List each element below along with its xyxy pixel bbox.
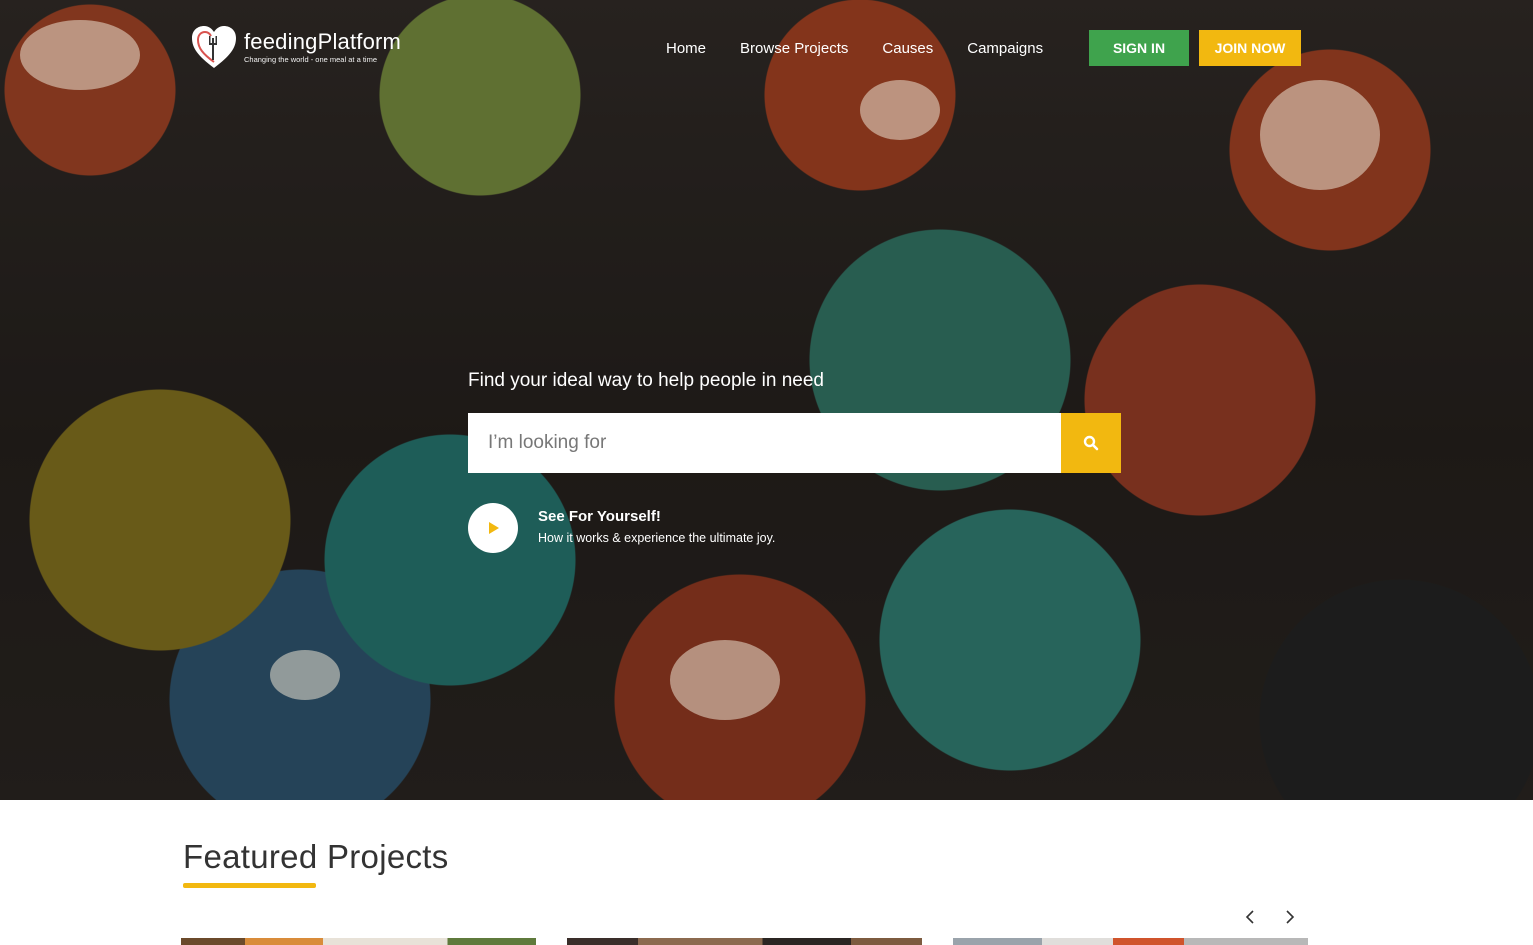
hero-image-detail bbox=[860, 80, 940, 140]
nav-item-campaigns[interactable]: Campaigns bbox=[967, 40, 1043, 57]
search-input[interactable] bbox=[468, 413, 1061, 473]
sign-in-button[interactable]: SIGN IN bbox=[1089, 30, 1189, 66]
video-subtitle: How it works & experience the ultimate j… bbox=[538, 531, 776, 545]
play-video-button[interactable] bbox=[468, 503, 518, 553]
brand-tagline: Changing the world - one meal at a time bbox=[244, 54, 377, 64]
hero-image-detail bbox=[670, 640, 780, 720]
nav-item-home[interactable]: Home bbox=[666, 40, 706, 57]
carousel-prev-button[interactable] bbox=[1239, 906, 1261, 928]
brand-name: feedingPlatform bbox=[244, 28, 402, 54]
play-icon bbox=[489, 522, 499, 534]
project-card-image[interactable] bbox=[181, 938, 536, 945]
project-card-image[interactable] bbox=[567, 938, 922, 945]
hero-background bbox=[0, 0, 1533, 800]
search-button[interactable] bbox=[1061, 413, 1121, 473]
chevron-right-icon bbox=[1286, 910, 1295, 924]
hero-image-detail bbox=[270, 650, 340, 700]
search-icon bbox=[1083, 435, 1099, 451]
hero-image-detail bbox=[20, 20, 140, 90]
join-now-button[interactable]: JOIN NOW bbox=[1199, 30, 1301, 66]
nav-item-causes[interactable]: Causes bbox=[882, 40, 933, 57]
hero-tagline: Find your ideal way to help people in ne… bbox=[468, 370, 824, 391]
project-card-image[interactable] bbox=[953, 938, 1308, 945]
title-underline bbox=[183, 883, 316, 888]
video-title: See For Yourself! bbox=[538, 508, 661, 525]
chevron-left-icon bbox=[1245, 910, 1254, 924]
section-title: Featured Projects bbox=[183, 838, 449, 875]
hero-image-detail bbox=[1260, 80, 1380, 190]
nav-item-browse-projects[interactable]: Browse Projects bbox=[740, 40, 848, 57]
main-nav: Home Browse Projects Causes Campaigns bbox=[666, 40, 1043, 57]
heart-fork-icon bbox=[192, 26, 236, 68]
carousel-next-button[interactable] bbox=[1279, 906, 1301, 928]
logo[interactable]: feedingPlatform Changing the world - one… bbox=[190, 24, 401, 70]
